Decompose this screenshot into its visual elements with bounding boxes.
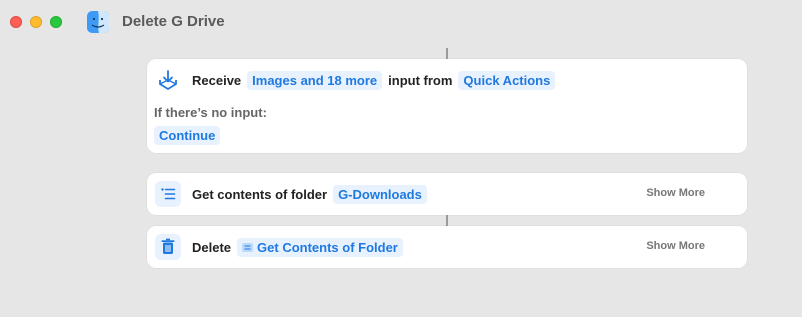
variable-token-label: Get Contents of Folder <box>257 239 398 255</box>
title-bar: Delete G Drive <box>0 0 802 46</box>
show-more-button[interactable]: Show More <box>646 240 705 252</box>
flow-connector <box>446 215 448 226</box>
zoom-window-button[interactable] <box>50 16 62 28</box>
show-more-button[interactable]: Show More <box>646 187 705 199</box>
input-from-label: input from <box>388 72 453 88</box>
get-folder-contents-label: Get contents of folder <box>192 186 328 202</box>
delete-files-action[interactable]: Delete Get Contents of Folder Show More <box>147 226 747 268</box>
close-window-button[interactable] <box>10 16 22 28</box>
delete-label: Delete <box>192 239 232 255</box>
input-types-token[interactable]: Images and 18 more <box>247 70 383 90</box>
finder-icon <box>87 11 109 33</box>
no-input-label: If there’s no input: <box>154 105 267 120</box>
receive-label: Receive <box>192 72 242 88</box>
list-icon <box>155 181 181 207</box>
variable-list-icon <box>242 242 254 252</box>
input-source-token[interactable]: Quick Actions <box>458 70 556 90</box>
get-folder-contents-action[interactable]: Get contents of folder G-Downloads Show … <box>147 173 747 215</box>
trash-icon <box>155 234 181 260</box>
folder-token[interactable]: G-Downloads <box>333 184 427 204</box>
window-title: Delete G Drive <box>122 13 225 30</box>
receive-input-action[interactable]: Receive Images and 18 more input from Qu… <box>147 59 747 153</box>
receive-download-icon <box>159 70 177 90</box>
variable-token[interactable]: Get Contents of Folder <box>237 237 403 257</box>
minimize-window-button[interactable] <box>30 16 42 28</box>
flow-connector <box>446 48 448 59</box>
no-input-action-token[interactable]: Continue <box>154 126 221 145</box>
